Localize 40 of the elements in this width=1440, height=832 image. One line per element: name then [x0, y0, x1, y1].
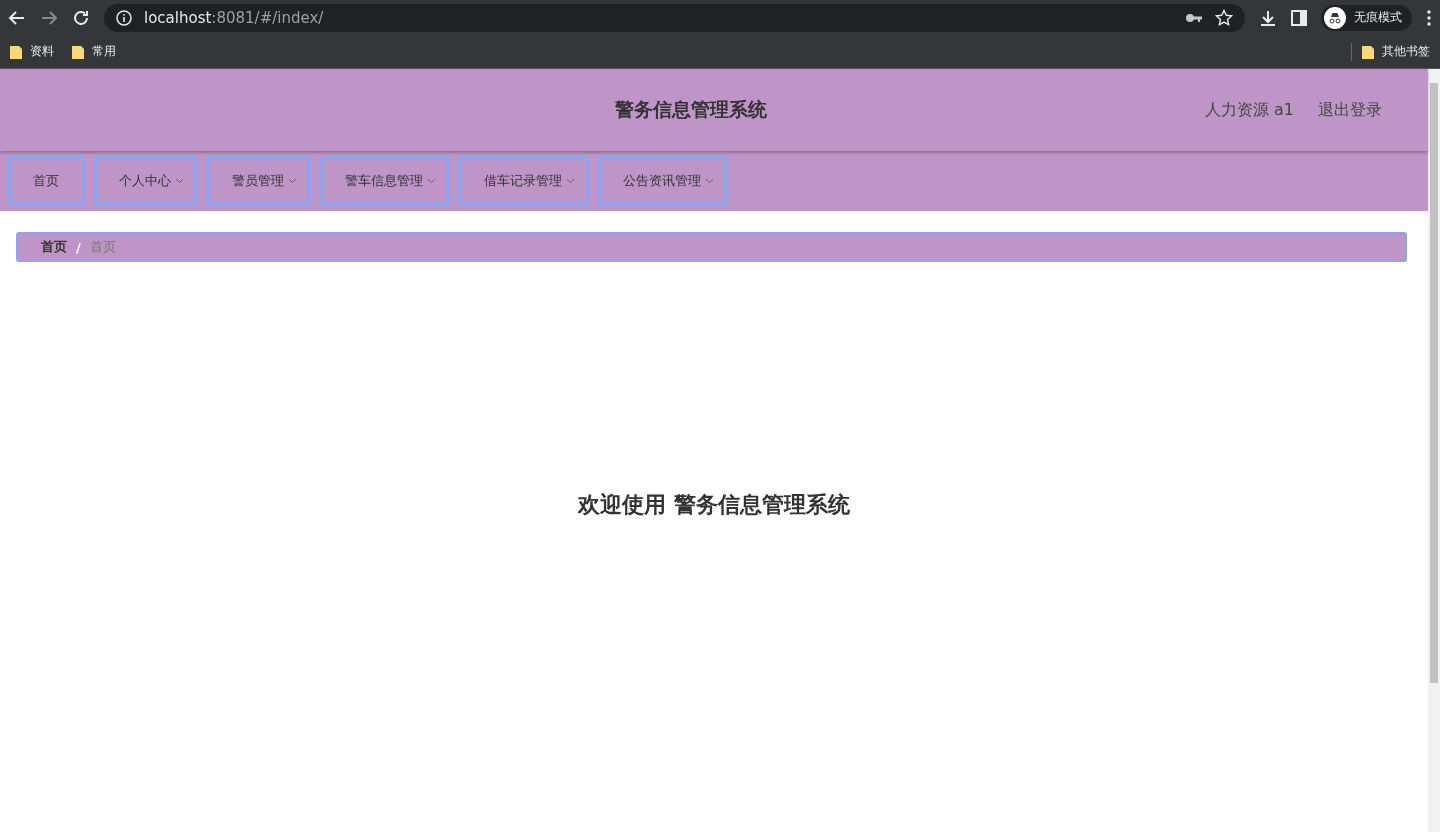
key-icon[interactable] [1185, 11, 1203, 24]
star-icon[interactable] [1215, 8, 1233, 27]
folder-icon [72, 44, 84, 59]
incognito-button[interactable]: 无痕模式 [1321, 4, 1412, 31]
scrollbar-thumb[interactable] [1430, 83, 1438, 683]
url-text: localhost:8081/#/index/ [144, 8, 324, 27]
caret-icon [427, 178, 436, 184]
menu-item[interactable]: 首页 [7, 156, 85, 206]
user-name: 人力资源 a1 [1204, 99, 1294, 121]
folder-icon [10, 44, 22, 59]
forward-icon[interactable] [40, 8, 58, 27]
bookmark-folder[interactable]: 常用 [72, 43, 116, 60]
back-icon[interactable] [8, 8, 26, 27]
reload-icon[interactable] [72, 8, 90, 27]
breadcrumb-current: 首页 [89, 238, 116, 256]
welcome-heading: 欢迎使用 警务信息管理系统 [578, 491, 850, 519]
menu-dropdown[interactable]: 警员管理 [206, 156, 311, 206]
side-panel-icon[interactable] [1291, 9, 1307, 26]
separator: / [76, 239, 81, 255]
caret-icon [705, 178, 714, 184]
address-bar[interactable]: localhost:8081/#/index/ [104, 3, 1245, 32]
breadcrumb-link[interactable]: 首页 [41, 238, 67, 256]
menu-dropdown[interactable]: 个人中心 [93, 156, 198, 206]
bookmark-folder[interactable]: 其他书签 [1362, 43, 1430, 60]
system-title: 警务信息管理系统 [615, 97, 767, 122]
folder-icon [1362, 44, 1374, 59]
logout-link[interactable]: 退出登录 [1318, 99, 1382, 121]
profile-label: 无痕模式 [1354, 9, 1402, 26]
download-icon[interactable] [1259, 8, 1277, 27]
info-icon[interactable] [116, 9, 132, 26]
menu-icon[interactable] [1426, 9, 1432, 26]
incognito-icon [1324, 6, 1346, 29]
scrollbar[interactable] [1428, 69, 1440, 832]
caret-icon [566, 178, 575, 184]
caret-icon [288, 178, 297, 184]
menu-dropdown[interactable]: 公告资讯管理 [597, 156, 728, 206]
bookmark-folder[interactable]: 资料 [10, 43, 54, 60]
menu-dropdown[interactable]: 警车信息管理 [319, 156, 450, 206]
caret-icon [175, 178, 184, 184]
menu-dropdown[interactable]: 借车记录管理 [458, 156, 589, 206]
